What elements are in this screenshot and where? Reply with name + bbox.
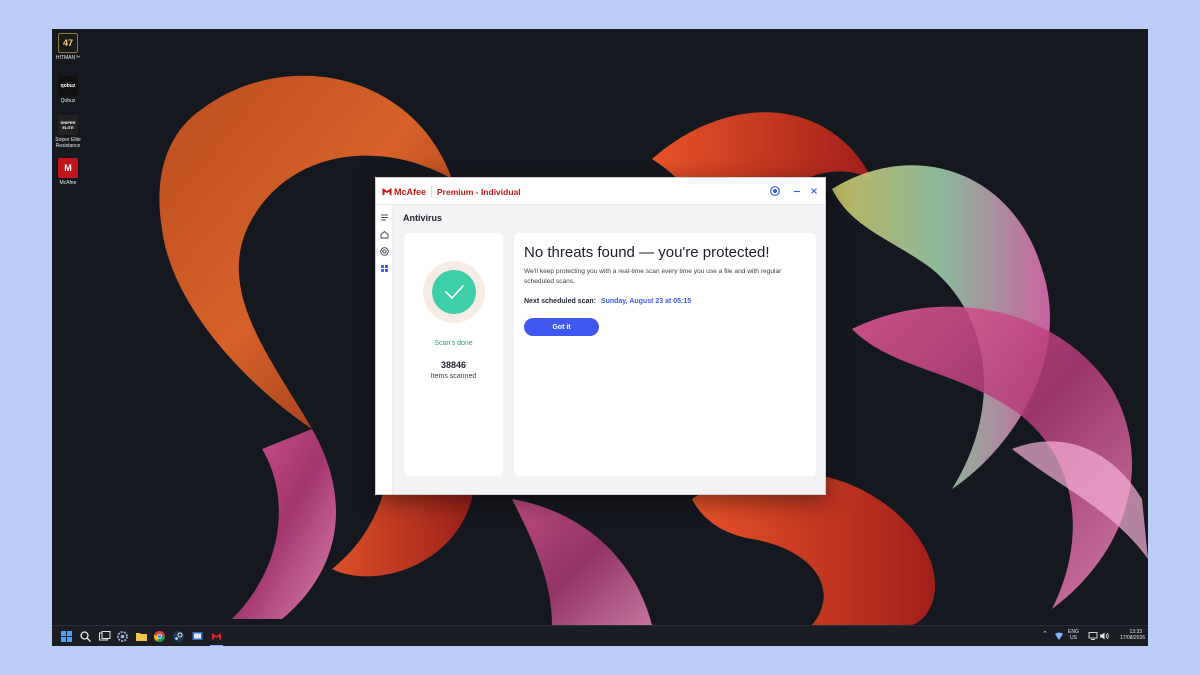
next-scan-info: Next scheduled scan: Sunday, August 23 a… [524, 298, 691, 305]
clock[interactable]: 13:33 17/08/2026 [1120, 629, 1146, 641]
hitman-app-icon: 47 [58, 33, 78, 53]
brand-name: McAfee [394, 186, 427, 197]
scan-complete-badge [432, 270, 476, 314]
window-titlebar: McAfee Premium - Individual [376, 178, 825, 205]
taskbar: ⌃ ENG US 13:33 17/08/2026 [52, 625, 1148, 646]
search-icon[interactable] [79, 630, 92, 643]
steam-icon[interactable] [172, 630, 185, 643]
clock-date: 17/08/2026 [1120, 635, 1146, 641]
mcafee-taskbar-icon[interactable] [210, 630, 223, 643]
scan-status-text: Scan's done [434, 340, 473, 347]
page-title: Antivirus [403, 213, 443, 223]
menu-icon[interactable] [379, 212, 390, 223]
close-icon[interactable] [807, 184, 821, 198]
snipping-tool-icon[interactable] [191, 630, 204, 643]
network-icon[interactable] [1054, 631, 1064, 641]
protection-icon[interactable] [379, 246, 390, 257]
sniper-elite-app-icon: SNIPER ELITE [58, 115, 78, 135]
mcafee-window: McAfee Premium - Individual Antivirus Sc… [375, 177, 826, 495]
brand-separator [431, 186, 433, 197]
desktop-icon-hitman[interactable]: 47 HITMAN™ [54, 33, 82, 61]
minimize-icon[interactable] [790, 184, 804, 198]
desktop-icon-qobuz[interactable]: qobuz Qobuz [54, 76, 82, 104]
desktop-icon-label: McAfee [59, 180, 77, 186]
next-scan-label: Next scheduled scan: [524, 298, 596, 305]
scan-summary-card: Scan's done 38846 Items scanned [404, 233, 503, 476]
task-view-icon[interactable] [98, 630, 111, 643]
start-icon[interactable] [60, 630, 73, 643]
active-app-indicator [210, 645, 223, 646]
language-indicator[interactable]: ENG US [1068, 629, 1079, 641]
result-headline: No threats found — you're protected! [524, 244, 770, 261]
items-scanned-label: Items scanned [430, 373, 477, 380]
next-scan-date[interactable]: Sunday, August 23 at 05:15 [601, 298, 691, 305]
scan-result-card: No threats found — you're protected! We'… [514, 233, 816, 476]
volume-icon[interactable] [1099, 631, 1110, 641]
region-code: US [1069, 635, 1077, 641]
home-icon[interactable] [379, 229, 390, 240]
desktop-icon-label: Qobuz [60, 98, 76, 104]
desktop-icon-sniper-elite[interactable]: SNIPER ELITE Sniper Elite Resistance [54, 115, 82, 149]
file-explorer-icon[interactable] [135, 630, 148, 643]
desktop-icon-label: Sniper Elite Resistance [55, 137, 81, 149]
tray-overflow-icon[interactable]: ⌃ [1042, 631, 1048, 638]
desktop-icon-label: HITMAN™ [55, 55, 81, 61]
sidebar [376, 205, 393, 494]
mcafee-logo-icon [382, 188, 392, 196]
apps-grid-icon[interactable] [379, 263, 390, 274]
mcafee-app-icon: M [58, 158, 78, 178]
help-icon[interactable] [768, 184, 782, 198]
got-it-button[interactable]: Got it [524, 318, 599, 336]
result-description: We'll keep protecting you with a real-ti… [524, 268, 782, 285]
edition-label: Premium - Individual [437, 186, 521, 197]
display-icon[interactable] [1088, 631, 1098, 641]
main-content: Antivirus Scan's done 38846 Items scanne… [393, 205, 825, 494]
brand: McAfee Premium - Individual [382, 186, 521, 197]
scan-status-ring [423, 261, 485, 323]
checkmark-icon [445, 285, 464, 299]
chrome-icon[interactable] [153, 630, 166, 643]
items-scanned-count: 38846 [440, 360, 467, 370]
settings-icon[interactable] [116, 630, 129, 643]
desktop-icon-mcafee[interactable]: M McAfee [54, 158, 82, 186]
qobuz-app-icon: qobuz [58, 76, 78, 96]
